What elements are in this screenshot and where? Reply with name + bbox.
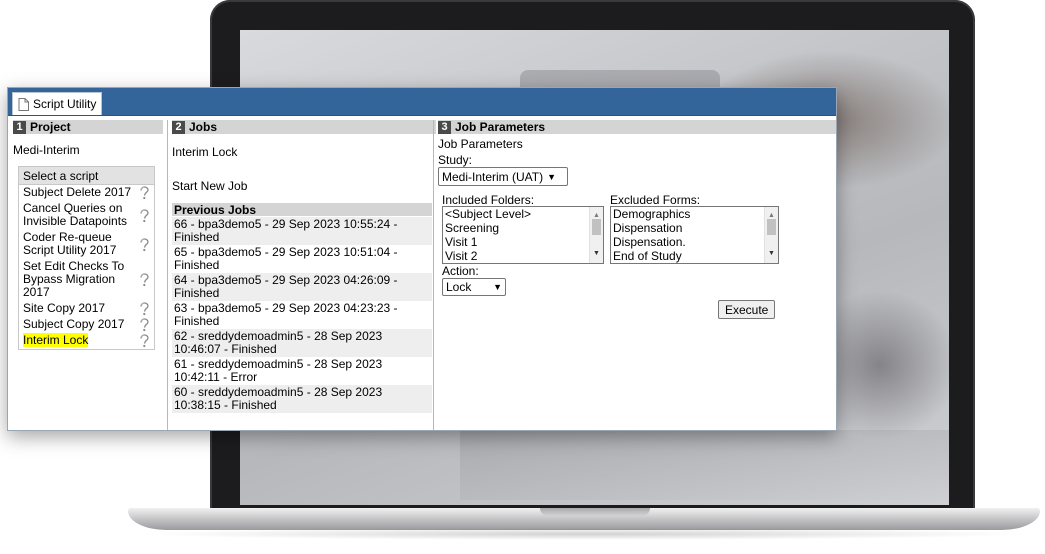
job-row[interactable]: 66 - bpa3demo5 - 29 Sep 2023 10:55:24 - … [172,217,432,245]
study-select[interactable]: Medi-Interim (UAT) ▼ [438,167,568,186]
script-item[interactable]: Site Copy 2017 [19,301,154,317]
excluded-forms-listbox[interactable]: Demographics Dispensation Dispensation. End… [610,206,779,264]
script-item[interactable]: Subject Copy 2017 [19,317,154,333]
project-column: 1 Project Medi-Interim Select a script S… [13,120,163,430]
tab-script-utility[interactable]: Script Utility [12,92,103,115]
section-title: Jobs [189,120,218,134]
study-label: Study: [438,153,473,167]
job-row[interactable]: 61 - sreddydemoadmin5 - 28 Sep 2023 10:4… [172,357,432,385]
help-icon[interactable] [138,318,150,332]
script-item[interactable]: Cancel Queries on Invisible Datapoints [19,201,154,230]
laptop-shadow [140,528,1030,540]
folder-option[interactable]: Screening [443,221,603,235]
script-item-label: Interim Lock [23,333,89,347]
action-label: Action: [442,264,479,278]
project-section-header: 1 Project [13,120,163,134]
script-item-label: Cancel Queries on Invisible Datapoints [23,201,128,228]
job-row[interactable]: 63 - bpa3demo5 - 29 Sep 2023 04:23:23 - … [172,301,432,329]
included-folders-label: Included Folders: [442,193,535,207]
script-utility-window: Script Utility 1 Project Medi-Interim Se… [7,87,837,431]
help-icon[interactable] [138,334,150,348]
script-list: Subject Delete 2017 Cancel Queries on Inv… [19,185,154,349]
jobs-section-header: 2 Jobs [172,120,436,134]
scrollbar-thumb[interactable] [592,219,601,235]
included-folders-listbox[interactable]: <Subject Level> Screening Visit 1 Visit 2 ▲… [442,206,604,264]
folder-option[interactable]: <Subject Level> [443,207,603,221]
job-row[interactable]: 65 - bpa3demo5 - 29 Sep 2023 10:51:04 - … [172,245,432,273]
script-item[interactable]: Subject Delete 2017 [19,185,154,201]
folder-option[interactable]: Visit 2 [443,249,603,263]
params-section-header: 3 Job Parameters [438,120,836,134]
app-header-bar: Script Utility [8,88,836,116]
form-option[interactable]: End of Study [611,249,778,263]
job-row[interactable]: 64 - bpa3demo5 - 29 Sep 2023 04:26:09 - … [172,273,432,301]
help-icon[interactable] [138,237,150,252]
script-list-panel: Select a script Subject Delete 2017 Cance… [18,166,155,350]
params-subheading: Job Parameters [438,137,523,151]
help-icon[interactable] [138,302,150,316]
start-new-job-link[interactable]: Start New Job [172,179,247,193]
script-item-label: Set Edit Checks To Bypass Migration 2017 [23,259,125,299]
jobs-column: 2 Jobs Interim Lock Start New Job Previo… [167,120,436,430]
scrollbar[interactable]: ▲ ▼ [764,207,778,263]
included-folders-items: <Subject Level> Screening Visit 1 Visit 2 [443,207,603,263]
job-script-name: Interim Lock [172,145,238,159]
form-option[interactable]: Dispensation [611,221,778,235]
script-item-label: Subject Copy 2017 [23,317,125,331]
previous-jobs-header: Previous Jobs [172,203,432,217]
script-list-title: Select a script [19,167,154,185]
folder-option[interactable]: Visit 1 [443,235,603,249]
previous-jobs-list: 66 - bpa3demo5 - 29 Sep 2023 10:55:24 - … [172,217,432,413]
job-row[interactable]: 62 - sreddydemoadmin5 - 28 Sep 2023 10:4… [172,329,432,357]
script-item[interactable]: Interim Lock [19,333,154,349]
scroll-down-icon[interactable]: ▼ [593,247,600,261]
action-select[interactable]: Lock ▼ [442,278,506,296]
script-item[interactable]: Coder Re-queue Script Utility 2017 [19,230,154,259]
form-option[interactable]: Dispensation. [611,235,778,249]
help-icon[interactable] [138,273,150,287]
script-item-label: Coder Re-queue Script Utility 2017 [23,230,117,257]
job-row[interactable]: 60 - sreddydemoadmin5 - 28 Sep 2023 10:3… [172,385,432,413]
script-item-label: Site Copy 2017 [23,301,106,315]
scrollbar-thumb[interactable] [767,219,776,235]
section-title: Job Parameters [455,120,546,134]
chevron-down-icon: ▼ [547,171,557,182]
study-select-value: Medi-Interim (UAT) [442,169,544,184]
document-icon [18,97,29,111]
section-title: Project [30,120,71,134]
section-number: 1 [13,120,26,134]
excluded-forms-label: Excluded Forms: [610,193,701,207]
screen-background-shape [460,430,949,500]
script-item-label: Subject Delete 2017 [23,185,132,199]
section-number: 3 [438,120,451,134]
action-select-value: Lock [446,280,472,294]
scrollbar[interactable]: ▲ ▼ [589,207,603,263]
tab-label: Script Utility [33,97,97,111]
section-number: 2 [172,120,185,134]
chevron-down-icon: ▼ [493,282,502,292]
execute-button[interactable]: Execute [718,300,776,319]
params-column: 3 Job Parameters Job Parameters Study: M… [433,120,836,430]
laptop-notch [540,508,650,516]
help-icon[interactable] [138,186,150,200]
form-option[interactable]: Demographics [611,207,778,221]
excluded-forms-items: Demographics Dispensation Dispensation. End… [611,207,778,263]
script-item[interactable]: Set Edit Checks To Bypass Migration 2017 [19,259,154,301]
scroll-down-icon[interactable]: ▼ [768,247,775,261]
help-icon[interactable] [138,208,150,223]
project-name: Medi-Interim [13,143,80,157]
